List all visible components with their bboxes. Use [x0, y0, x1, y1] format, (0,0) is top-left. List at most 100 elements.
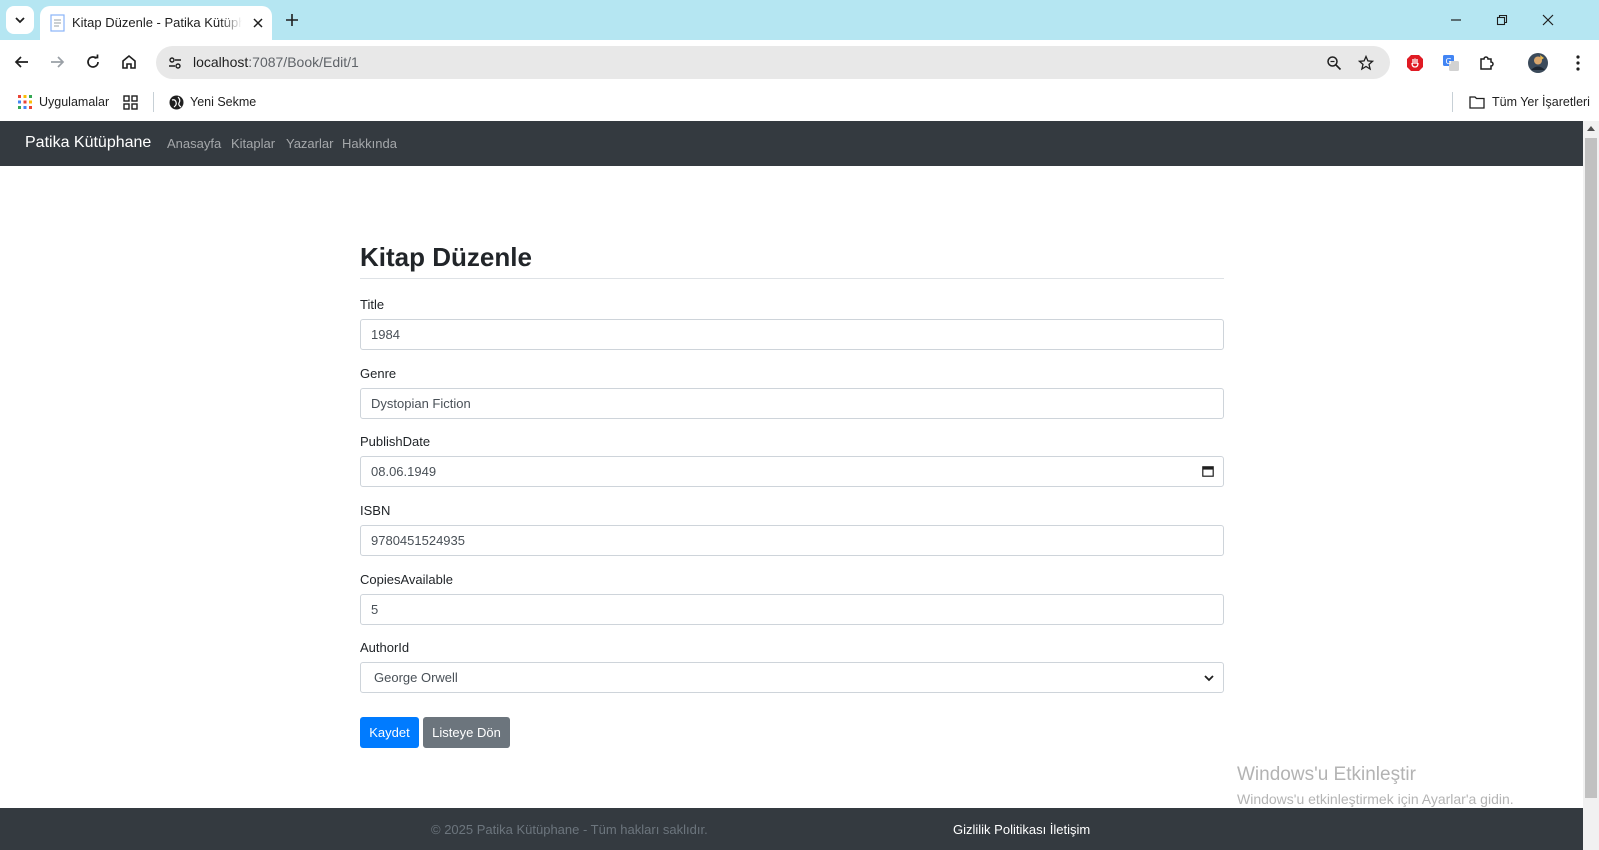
plus-icon — [286, 14, 298, 26]
site-navbar: Patika Kütüphane Anasayfa Kitaplar Yazar… — [0, 121, 1583, 166]
home-icon — [122, 54, 136, 69]
form-actions: Kaydet Listeye Dön — [360, 717, 1224, 748]
author-id-label: AuthorId — [360, 640, 410, 655]
bookmarks-bar: Uygulamalar Yeni Sekme Tüm Yer İşaretler… — [0, 84, 1599, 120]
more-vertical-icon — [1576, 55, 1580, 71]
star-icon — [1358, 55, 1374, 71]
minimize-icon — [1451, 19, 1461, 21]
publish-date-input[interactable]: 08.06.1949 — [360, 456, 1224, 487]
bookmark-separator — [153, 92, 154, 112]
url-host: localhost — [193, 54, 249, 70]
address-bar[interactable]: localhost:7087/Book/Edit/1 — [156, 46, 1390, 79]
nav-link-authors[interactable]: Yazarlar — [286, 136, 333, 151]
adblock-icon — [1407, 55, 1423, 71]
tab-close-button[interactable] — [248, 13, 268, 33]
genre-label: Genre — [360, 366, 397, 381]
genre-input[interactable]: Dystopian Fiction — [360, 388, 1224, 419]
zoom-icon — [1327, 56, 1342, 71]
bookmark-star-button[interactable] — [1354, 51, 1378, 75]
tune-icon — [169, 57, 181, 69]
nav-link-about[interactable]: Hakkında — [342, 136, 397, 151]
arrow-left-icon — [14, 56, 28, 68]
navbar-brand[interactable]: Patika Kütüphane — [25, 134, 151, 152]
close-icon — [253, 18, 263, 28]
title-input[interactable]: 1984 — [360, 319, 1224, 350]
site-footer: © 2025 Patika Kütüphane - Tüm hakları sa… — [0, 808, 1583, 850]
forward-button[interactable] — [43, 48, 71, 76]
url-path: :7087/Book/Edit/1 — [248, 54, 359, 70]
extension-translate-button[interactable]: G — [1438, 50, 1464, 76]
folder-icon — [1469, 96, 1485, 109]
calendar-icon[interactable] — [1202, 465, 1214, 477]
nav-link-books[interactable]: Kitaplar — [231, 136, 275, 151]
browser-tab-active[interactable]: Kitap Düzenle - Patika Kütüphane — [40, 6, 272, 40]
bookmark-new-tab-label: Yeni Sekme — [190, 95, 257, 109]
page-favicon-icon — [50, 14, 65, 32]
isbn-input[interactable]: 9780451524935 — [360, 525, 1224, 556]
window-restore-button[interactable] — [1479, 0, 1525, 40]
scroll-up-arrow-icon[interactable] — [1587, 126, 1595, 131]
window-minimize-button[interactable] — [1433, 0, 1479, 40]
profile-button[interactable] — [1525, 50, 1551, 76]
footer-copyright: © 2025 Patika Kütüphane - Tüm hakları sa… — [431, 822, 708, 837]
browser-menu-button[interactable] — [1565, 50, 1591, 76]
activation-watermark-subtitle: Windows'u etkinleştirmek için Ayarlar'a … — [1237, 791, 1514, 807]
extension-adblock-button[interactable] — [1402, 50, 1428, 76]
form-group-title: Title 1984 — [360, 296, 1224, 350]
activation-watermark-title: Windows'u Etkinleştir — [1237, 764, 1416, 785]
reload-icon — [87, 54, 99, 68]
isbn-label: ISBN — [360, 503, 391, 518]
nav-link-home[interactable]: Anasayfa — [167, 136, 221, 151]
bookmark-apps[interactable]: Uygulamalar — [18, 91, 109, 113]
title-divider — [360, 278, 1224, 279]
window-close-button[interactable] — [1525, 0, 1571, 40]
page-title: Kitap Düzenle — [360, 242, 532, 272]
copies-available-input[interactable]: 5 — [360, 594, 1224, 625]
translate-icon: G — [1443, 55, 1459, 71]
bookmark-grid[interactable] — [123, 91, 138, 113]
apps-grid-icon — [18, 95, 32, 109]
title-label: Title — [360, 297, 385, 312]
new-tab-button[interactable] — [280, 8, 304, 32]
scrollbar-thumb[interactable] — [1585, 138, 1597, 798]
home-button[interactable] — [115, 48, 143, 76]
zoom-button[interactable] — [1322, 51, 1346, 75]
form-group-genre: Genre Dystopian Fiction — [360, 365, 1224, 419]
footer-links[interactable]: Gizlilik Politikası İletişim — [953, 822, 1090, 837]
grid-icon — [123, 94, 138, 110]
avatar — [1528, 53, 1548, 73]
back-to-list-button[interactable]: Listeye Dön — [423, 717, 510, 748]
browser-toolbar: localhost:7087/Book/Edit/1 — [0, 40, 1599, 84]
back-button[interactable] — [8, 48, 36, 76]
bookmark-apps-label: Uygulamalar — [39, 95, 110, 109]
author-select[interactable]: George Orwell — [360, 662, 1224, 693]
bookmark-all-label: Tüm Yer İşaretleri — [1492, 95, 1590, 109]
form-group-isbn: ISBN 9780451524935 — [360, 502, 1224, 556]
site-info-button[interactable] — [162, 50, 188, 76]
author-selected-value: George Orwell — [374, 670, 458, 685]
arrow-right-icon — [51, 56, 65, 68]
extensions-button[interactable] — [1474, 50, 1500, 76]
form-group-copies: CopiesAvailable 5 — [360, 571, 1224, 625]
bookmark-new-tab[interactable]: Yeni Sekme — [169, 91, 256, 113]
page-viewport: Patika Kütüphane Anasayfa Kitaplar Yazar… — [0, 121, 1583, 850]
bookmark-separator — [1452, 92, 1453, 112]
tab-search-button[interactable] — [6, 6, 34, 34]
puzzle-icon — [1480, 56, 1494, 70]
form-group-author: AuthorId George Orwell — [360, 639, 1224, 693]
edit-book-form: Kitap Düzenle Title 1984 Genre Dystopian… — [360, 236, 1224, 748]
address-url[interactable]: localhost:7087/Book/Edit/1 — [193, 54, 359, 70]
bookmark-all-folder[interactable]: Tüm Yer İşaretleri — [1469, 91, 1590, 113]
globe-icon — [169, 95, 184, 109]
reload-button[interactable] — [79, 48, 107, 76]
copies-available-label: CopiesAvailable — [360, 572, 453, 587]
svg-text:G: G — [1446, 57, 1452, 66]
browser-tabstrip: Kitap Düzenle - Patika Kütüphane — [0, 0, 1599, 40]
restore-icon — [1496, 14, 1508, 26]
publish-date-value: 08.06.1949 — [371, 464, 437, 479]
form-group-publish-date: PublishDate 08.06.1949 — [360, 433, 1224, 487]
save-button[interactable]: Kaydet — [360, 717, 419, 748]
close-icon — [1542, 14, 1554, 26]
chevron-down-icon — [1204, 675, 1214, 682]
page-scrollbar[interactable] — [1583, 121, 1599, 850]
